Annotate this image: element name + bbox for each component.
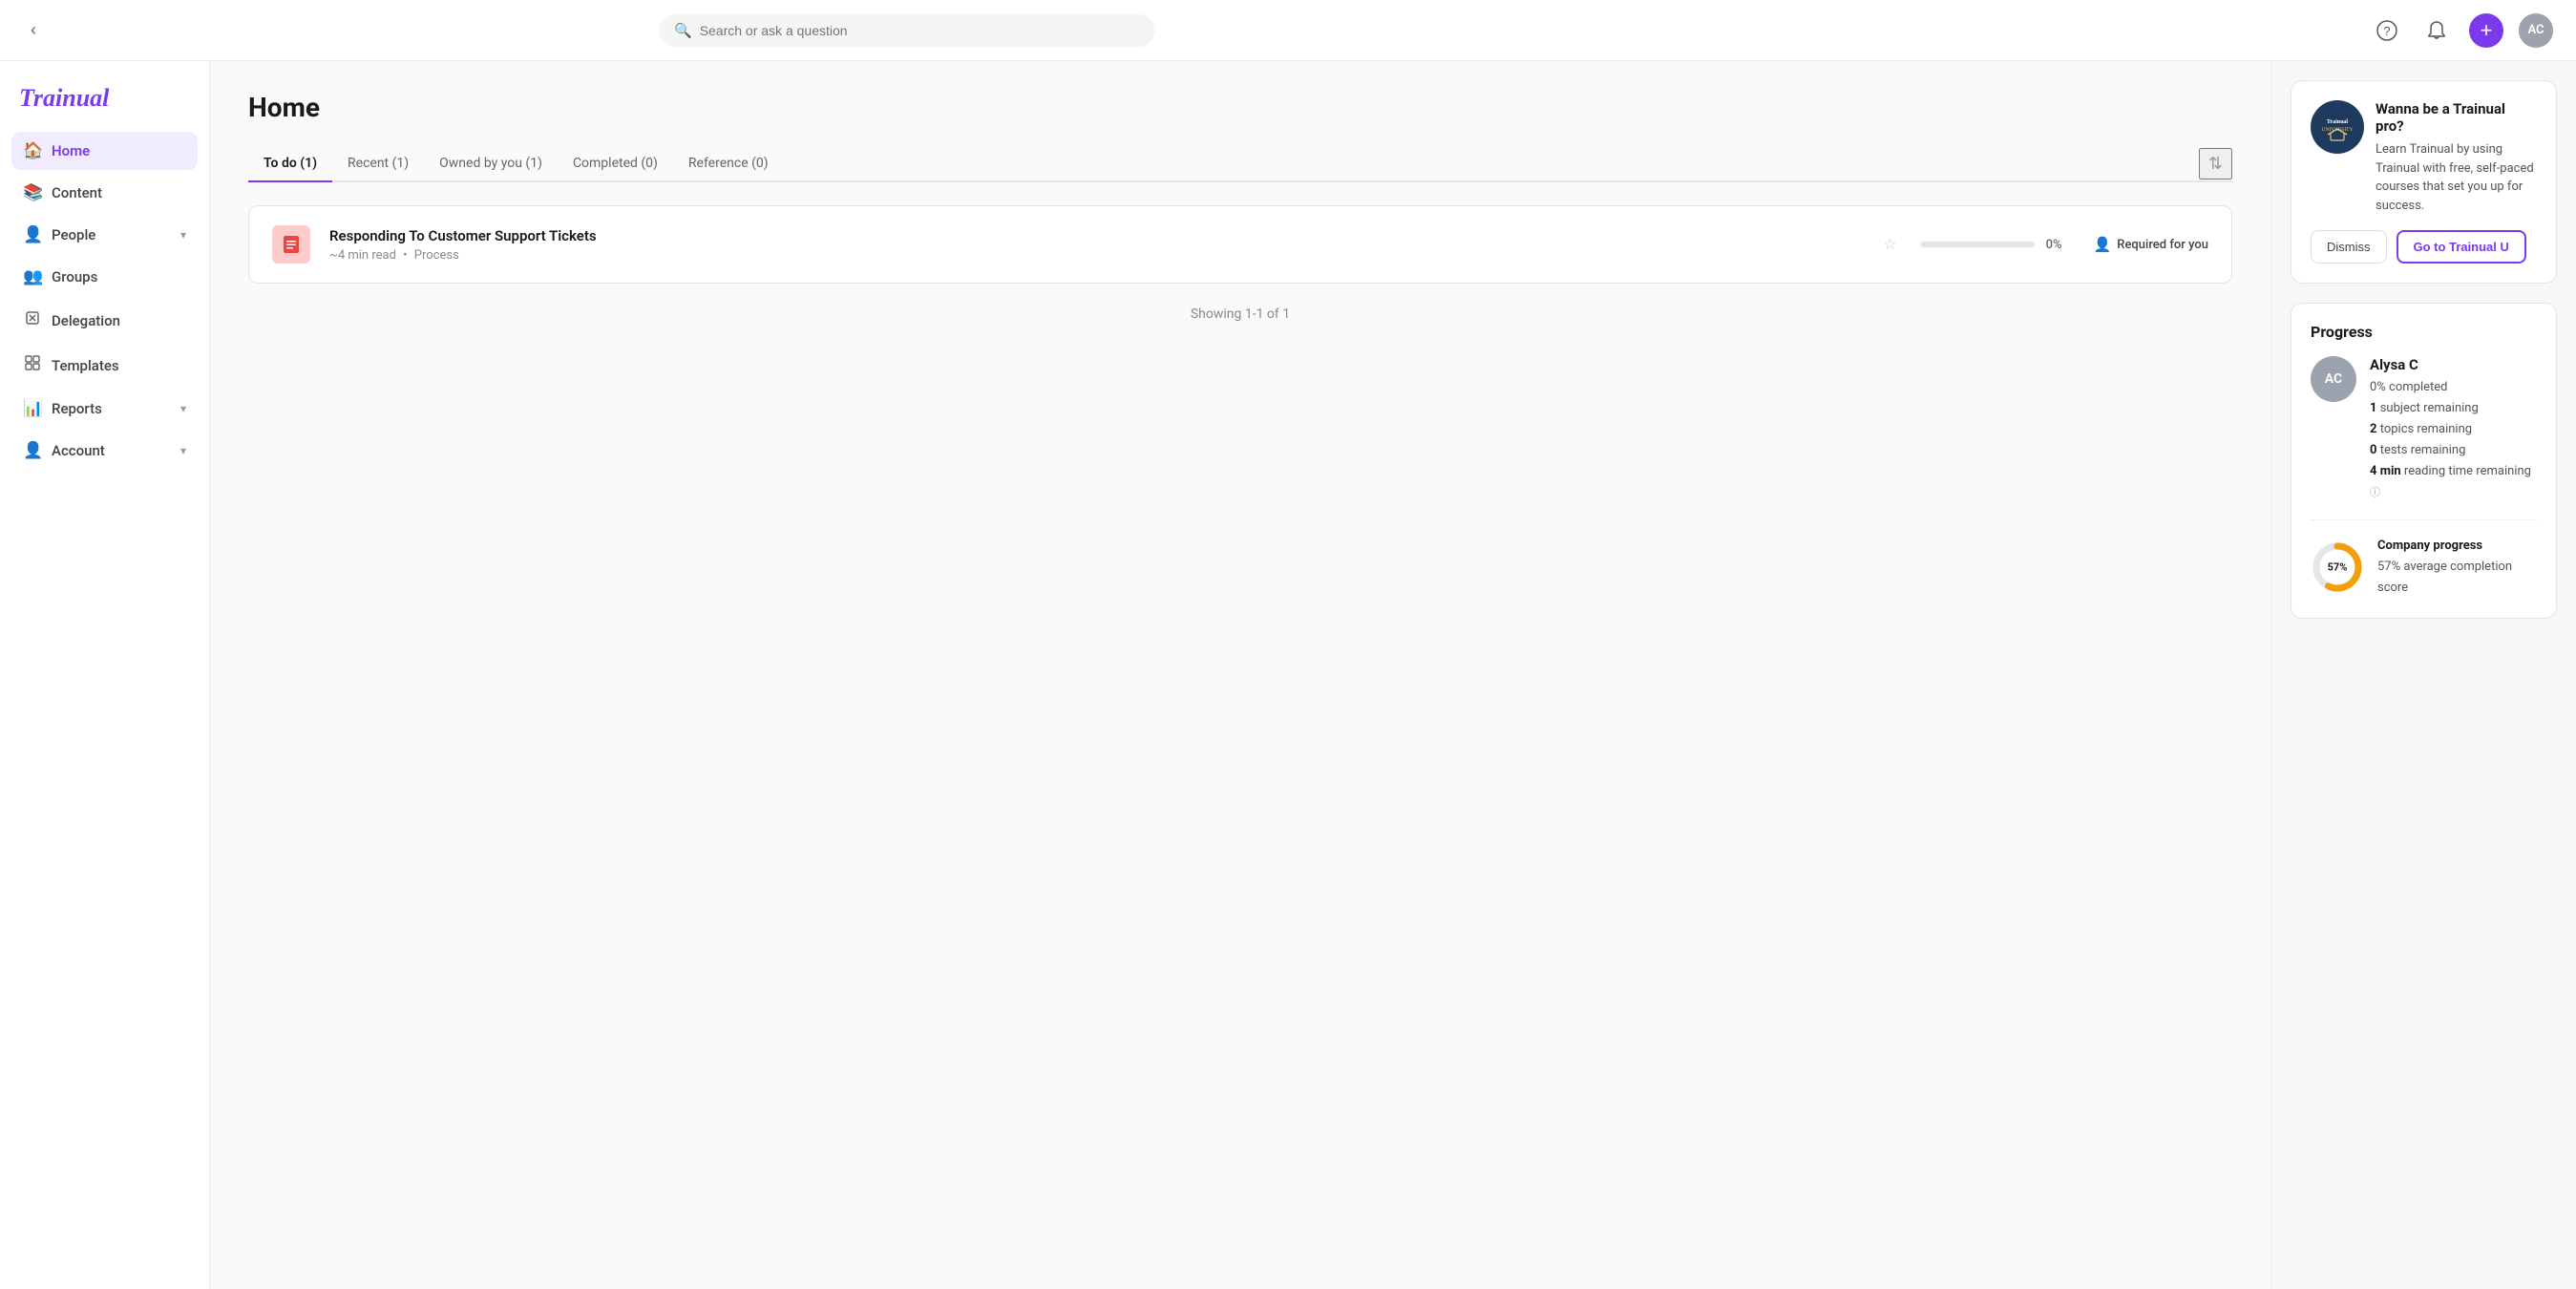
promo-card: Trainual UNIVERSITY Wanna be a Trainual … [2291,80,2557,284]
add-button[interactable]: + [2469,13,2503,48]
sidebar-item-home[interactable]: 🏠 Home [11,132,198,170]
tab-owned[interactable]: Owned by you (1) [424,146,558,182]
promo-description: Learn Trainual by using Trainual with fr… [2375,140,2537,215]
company-progress: 57% Company progress 57% average complet… [2311,519,2537,599]
donut-label: 57% [2328,560,2348,573]
sidebar-item-delegation-label: Delegation [52,312,120,329]
user-stats: 0% completed 1 subject remaining 2 topic… [2370,377,2537,504]
tests-remaining: 0 [2370,443,2376,457]
topbar-right: ? + AC [2370,13,2553,48]
sidebar-item-content-label: Content [52,184,102,201]
chevron-down-icon-account: ▾ [180,444,186,457]
topics-remaining: 2 [2370,422,2376,436]
sidebar: Trainual 🏠 Home 📚 Content 👤 People ▾ 👥 G… [0,61,210,1289]
sidebar-item-reports[interactable]: 📊 Reports ▾ [11,390,198,428]
showing-text: Showing 1-1 of 1 [248,306,2232,322]
people-icon: 👤 [23,225,42,244]
topbar: ‹ 🔍 ? + AC [0,0,2576,61]
page-title: Home [248,92,2232,123]
home-icon: 🏠 [23,141,42,160]
sidebar-item-people-label: People [52,226,95,243]
promo-title: Wanna be a Trainual pro? [2375,100,2537,135]
sidebar-item-content[interactable]: 📚 Content [11,174,198,212]
sidebar-toggle-button[interactable]: ‹ [23,16,44,44]
groups-icon: 👥 [23,267,42,286]
progress-card-title: Progress [2311,323,2537,341]
star-button[interactable]: ☆ [1879,231,1900,258]
right-panel: Trainual UNIVERSITY Wanna be a Trainual … [2270,61,2576,1289]
tab-todo[interactable]: To do (1) [248,146,332,182]
notifications-button[interactable] [2419,13,2454,48]
sidebar-item-templates-label: Templates [52,357,119,374]
search-bar: 🔍 [659,14,1155,47]
read-time: ~4 min read [329,248,396,263]
chevron-down-icon: ▾ [180,228,186,242]
help-button[interactable]: ? [2370,13,2404,48]
app-layout: Trainual 🏠 Home 📚 Content 👤 People ▾ 👥 G… [0,61,2576,1289]
sidebar-item-people[interactable]: 👤 People ▾ [11,216,198,254]
sort-button[interactable]: ⇅ [2199,148,2232,180]
content-type: Process [414,248,459,263]
info-icon: ⓘ [2370,486,2380,498]
templates-icon [23,354,42,376]
user-progress-stats: Alysa C 0% completed 1 subject remaining… [2370,356,2537,504]
search-icon: 🔍 [674,22,692,39]
required-icon: 👤 [2094,236,2112,253]
user-progress: AC Alysa C 0% completed 1 subject remain… [2311,356,2537,504]
company-progress-title: Company progress [2377,539,2482,553]
user-name: Alysa C [2370,356,2537,373]
promo-header: Trainual UNIVERSITY Wanna be a Trainual … [2311,100,2537,215]
content-meta: ~4 min read • Process [329,248,1860,263]
sidebar-item-home-label: Home [52,142,90,159]
company-pct: 57% [2377,560,2400,574]
progress-bar [1920,242,2035,247]
delegation-icon [23,309,42,331]
search-input[interactable] [700,23,1140,38]
promo-text: Wanna be a Trainual pro? Learn Trainual … [2375,100,2537,215]
content-item: Responding To Customer Support Tickets ~… [248,205,2232,284]
svg-text:Trainual: Trainual [2327,119,2349,125]
progress-percent: 0% [2046,238,2075,252]
user-avatar[interactable]: AC [2519,13,2553,48]
tabs-bar: To do (1) Recent (1) Owned by you (1) Co… [248,146,2232,182]
separator: • [403,248,407,263]
app-logo: Trainual [11,76,198,128]
dismiss-button[interactable]: Dismiss [2311,230,2387,264]
main-content: Home To do (1) Recent (1) Owned by you (… [210,61,2270,1289]
tab-completed[interactable]: Completed (0) [558,146,673,182]
tab-reference[interactable]: Reference (0) [673,146,784,182]
trainual-university-logo: Trainual UNIVERSITY [2311,100,2364,154]
donut-chart: 57% [2311,540,2364,594]
sidebar-item-groups-label: Groups [52,268,97,285]
required-label: Required for you [2117,238,2208,252]
user-avatar-progress: AC [2311,356,2356,402]
goto-trainual-u-button[interactable]: Go to Trainual U [2397,230,2526,264]
sidebar-item-account[interactable]: 👤 Account ▾ [11,432,198,470]
svg-text:?: ? [2383,24,2390,38]
sidebar-item-templates[interactable]: Templates [11,345,198,386]
chevron-down-icon-reports: ▾ [180,402,186,415]
content-title: Responding To Customer Support Tickets [329,227,1860,244]
subjects-remaining: 1 [2370,401,2376,415]
sidebar-item-groups[interactable]: 👥 Groups [11,258,198,296]
sidebar-item-reports-label: Reports [52,400,102,417]
reports-icon: 📊 [23,399,42,418]
progress-card: Progress AC Alysa C 0% completed 1 subje… [2291,303,2557,619]
content-icon: 📚 [23,183,42,202]
required-badge: 👤 Required for you [2094,236,2208,253]
company-stats: Company progress 57% average completion … [2377,536,2537,599]
sidebar-item-delegation[interactable]: Delegation [11,300,198,341]
completed-pct: 0% [2370,380,2386,394]
promo-actions: Dismiss Go to Trainual U [2311,230,2537,264]
content-info: Responding To Customer Support Tickets ~… [329,227,1860,263]
sidebar-item-account-label: Account [52,442,105,459]
tab-recent[interactable]: Recent (1) [332,146,424,182]
reading-time: 4 min [2370,464,2401,478]
account-icon: 👤 [23,441,42,460]
svg-text:UNIVERSITY: UNIVERSITY [2322,127,2354,133]
progress-section: 0% [1920,238,2075,252]
content-thumbnail [272,225,310,264]
